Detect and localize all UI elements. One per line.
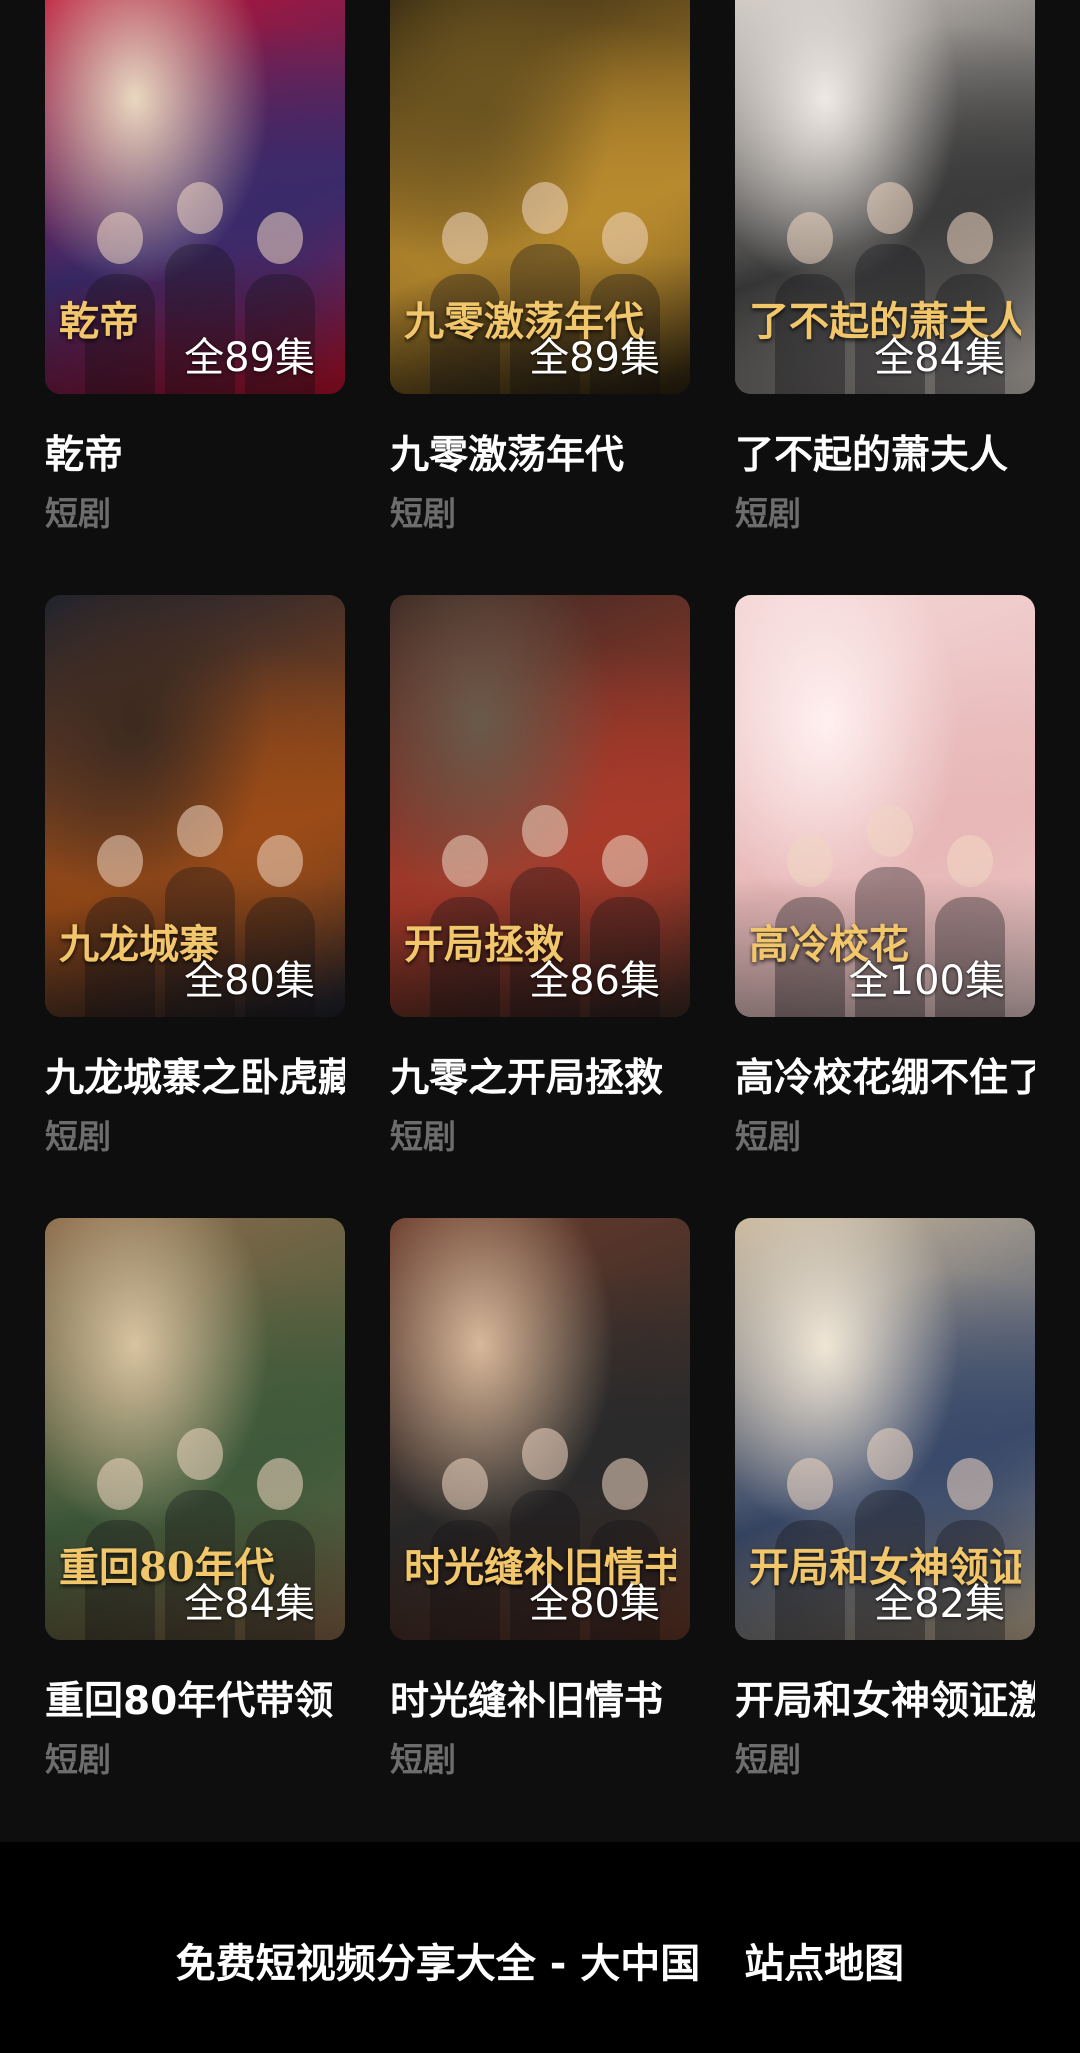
drama-poster[interactable]: 高冷校花 全100集 xyxy=(735,595,1035,1017)
drama-genre: 短剧 xyxy=(390,1740,456,1779)
episode-count-badge: 全100集 xyxy=(848,958,1005,1004)
episode-count-badge: 全89集 xyxy=(184,335,315,381)
drama-title[interactable]: 九零激荡年代 xyxy=(390,432,690,480)
drama-card[interactable]: 九龙城寨全80集九龙城寨之卧虎藏龙短剧 xyxy=(45,595,345,1157)
footer-site-link[interactable]: 免费短视频分享大全 - 大中国 xyxy=(176,1938,700,1990)
drama-grid: 乾帝 全89集 乾帝 短剧 九零激荡年代 全89集 九零激荡年代 短剧 了不起的萧夫人 全84集了… xyxy=(0,0,1080,1842)
drama-genre: 短剧 xyxy=(45,1740,111,1779)
episode-count-badge: 全86集 xyxy=(529,958,660,1004)
drama-title[interactable]: 乾帝 xyxy=(45,432,345,480)
drama-poster[interactable]: 九零激荡年代 全89集 xyxy=(390,0,690,394)
drama-card[interactable]: 高冷校花 全100集高冷校花绷不住了短剧 xyxy=(735,595,1035,1157)
drama-title[interactable]: 高冷校花绷不住了 xyxy=(735,1055,1035,1103)
footer: 免费短视频分享大全 - 大中国 站点地图 xyxy=(0,1842,1080,2053)
drama-card[interactable]: 开局和女神领证全82集开局和女神领证激活短剧 xyxy=(735,1218,1035,1780)
drama-title[interactable]: 九零之开局拯救 xyxy=(390,1055,690,1103)
drama-title[interactable]: 时光缝补旧情书 xyxy=(390,1678,690,1726)
drama-poster[interactable]: 重回80年代 全84集 xyxy=(45,1218,345,1640)
drama-card[interactable]: 开局拯救 全86集九零之开局拯救短剧 xyxy=(390,595,690,1157)
drama-title[interactable]: 九龙城寨之卧虎藏龙 xyxy=(45,1055,345,1103)
drama-poster[interactable]: 开局拯救 全86集 xyxy=(390,595,690,1017)
drama-genre: 短剧 xyxy=(735,1740,801,1779)
footer-row: 免费短视频分享大全 - 大中国 站点地图 xyxy=(0,1938,1080,1990)
drama-title[interactable]: 开局和女神领证激活 xyxy=(735,1678,1035,1726)
drama-poster[interactable]: 开局和女神领证 全82集 xyxy=(735,1218,1035,1640)
drama-poster[interactable]: 时光缝补旧情书 全80集 xyxy=(390,1218,690,1640)
drama-genre: 短剧 xyxy=(390,494,456,533)
drama-poster[interactable]: 乾帝 全89集 xyxy=(45,0,345,394)
episode-count-badge: 全82集 xyxy=(874,1581,1005,1627)
drama-card[interactable]: 乾帝 全89集乾帝短剧 xyxy=(45,0,345,534)
drama-card[interactable]: 时光缝补旧情书 全80集时光缝补旧情书短剧 xyxy=(390,1218,690,1780)
episode-count-badge: 全84集 xyxy=(184,1581,315,1627)
drama-card[interactable]: 了不起的萧夫人 全84集了不起的萧夫人短剧 xyxy=(735,0,1035,534)
episode-count-badge: 全84集 xyxy=(874,335,1005,381)
page: 乾帝 全89集 乾帝 短剧 九零激荡年代 全89集 九零激荡年代 短剧 了不起的萧夫人 全84集了… xyxy=(0,0,1080,2053)
drama-poster[interactable]: 了不起的萧夫人 全84集 xyxy=(735,0,1035,394)
drama-title[interactable]: 了不起的萧夫人 xyxy=(735,432,1035,480)
drama-genre: 短剧 xyxy=(45,494,111,533)
drama-genre: 短剧 xyxy=(390,1117,456,1156)
episode-count-badge: 全89集 xyxy=(529,335,660,381)
drama-title[interactable]: 重回80年代带领 xyxy=(45,1678,345,1726)
drama-genre: 短剧 xyxy=(735,494,801,533)
drama-genre: 短剧 xyxy=(735,1117,801,1156)
drama-card[interactable]: 九零激荡年代 全89集九零激荡年代短剧 xyxy=(390,0,690,534)
drama-card[interactable]: 重回80年代 全84集重回80年代带领短剧 xyxy=(45,1218,345,1780)
episode-count-badge: 全80集 xyxy=(184,958,315,1004)
episode-count-badge: 全80集 xyxy=(529,1581,660,1627)
sitemap-link[interactable]: 站点地图 xyxy=(744,1938,904,1990)
drama-poster[interactable]: 九龙城寨 全80集 xyxy=(45,595,345,1017)
drama-genre: 短剧 xyxy=(45,1117,111,1156)
